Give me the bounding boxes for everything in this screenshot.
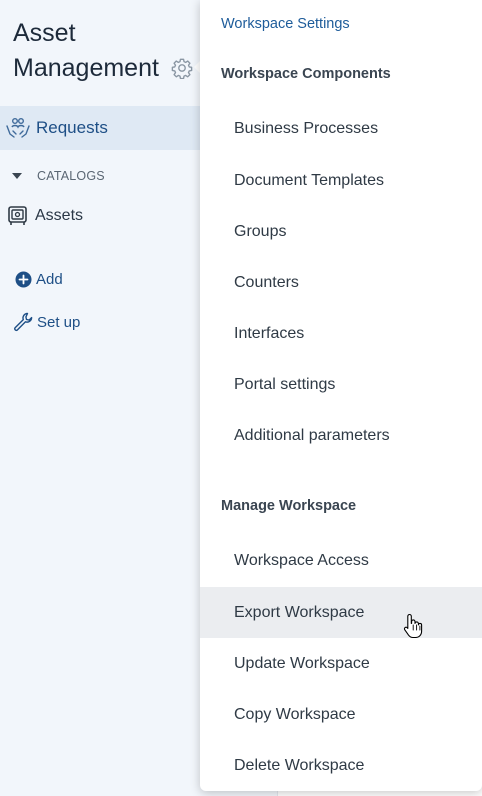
sidebar-item-assets[interactable]: Assets: [8, 206, 83, 226]
menu-item-additional-parameters[interactable]: Additional parameters: [200, 411, 482, 461]
safe-icon: [8, 206, 27, 225]
hands-people-icon: [6, 118, 30, 138]
catalogs-label: CATALOGS: [37, 169, 105, 183]
caret-down-icon: [12, 173, 22, 179]
setup-button[interactable]: Set up: [13, 312, 80, 332]
menu-item-groups[interactable]: Groups: [200, 207, 482, 257]
menu-item-update-workspace[interactable]: Update Workspace: [200, 639, 482, 689]
workspace-settings-link[interactable]: Workspace Settings: [221, 16, 350, 32]
section-workspace-components-title: Workspace Components: [221, 66, 391, 82]
plus-circle-icon: [15, 271, 32, 288]
menu-item-workspace-access[interactable]: Workspace Access: [200, 536, 482, 586]
menu-item-copy-workspace[interactable]: Copy Workspace: [200, 690, 482, 740]
menu-item-counters[interactable]: Counters: [200, 258, 482, 308]
menu-item-export-workspace[interactable]: Export Workspace: [200, 587, 482, 638]
workspace-settings-menu: Workspace Settings Workspace Components …: [200, 0, 482, 791]
menu-item-business-processes[interactable]: Business Processes: [200, 104, 482, 154]
menu-item-delete-workspace[interactable]: Delete Workspace: [200, 741, 482, 791]
menu-item-document-templates[interactable]: Document Templates: [200, 156, 482, 206]
sidebar-item-label: Assets: [35, 207, 84, 224]
gear-icon[interactable]: [171, 57, 193, 79]
add-label: Add: [36, 271, 63, 288]
wrench-icon: [14, 312, 33, 332]
hand-pointer-cursor-icon: [403, 613, 423, 639]
setup-label: Set up: [37, 313, 81, 331]
sidebar-item-label: Requests: [36, 118, 108, 137]
add-button[interactable]: Add: [15, 271, 63, 288]
menu-item-interfaces[interactable]: Interfaces: [200, 309, 482, 359]
section-manage-workspace-title: Manage Workspace: [221, 498, 357, 514]
catalogs-section-toggle[interactable]: CATALOGS: [11, 169, 105, 183]
menu-item-portal-settings[interactable]: Portal settings: [200, 360, 482, 410]
